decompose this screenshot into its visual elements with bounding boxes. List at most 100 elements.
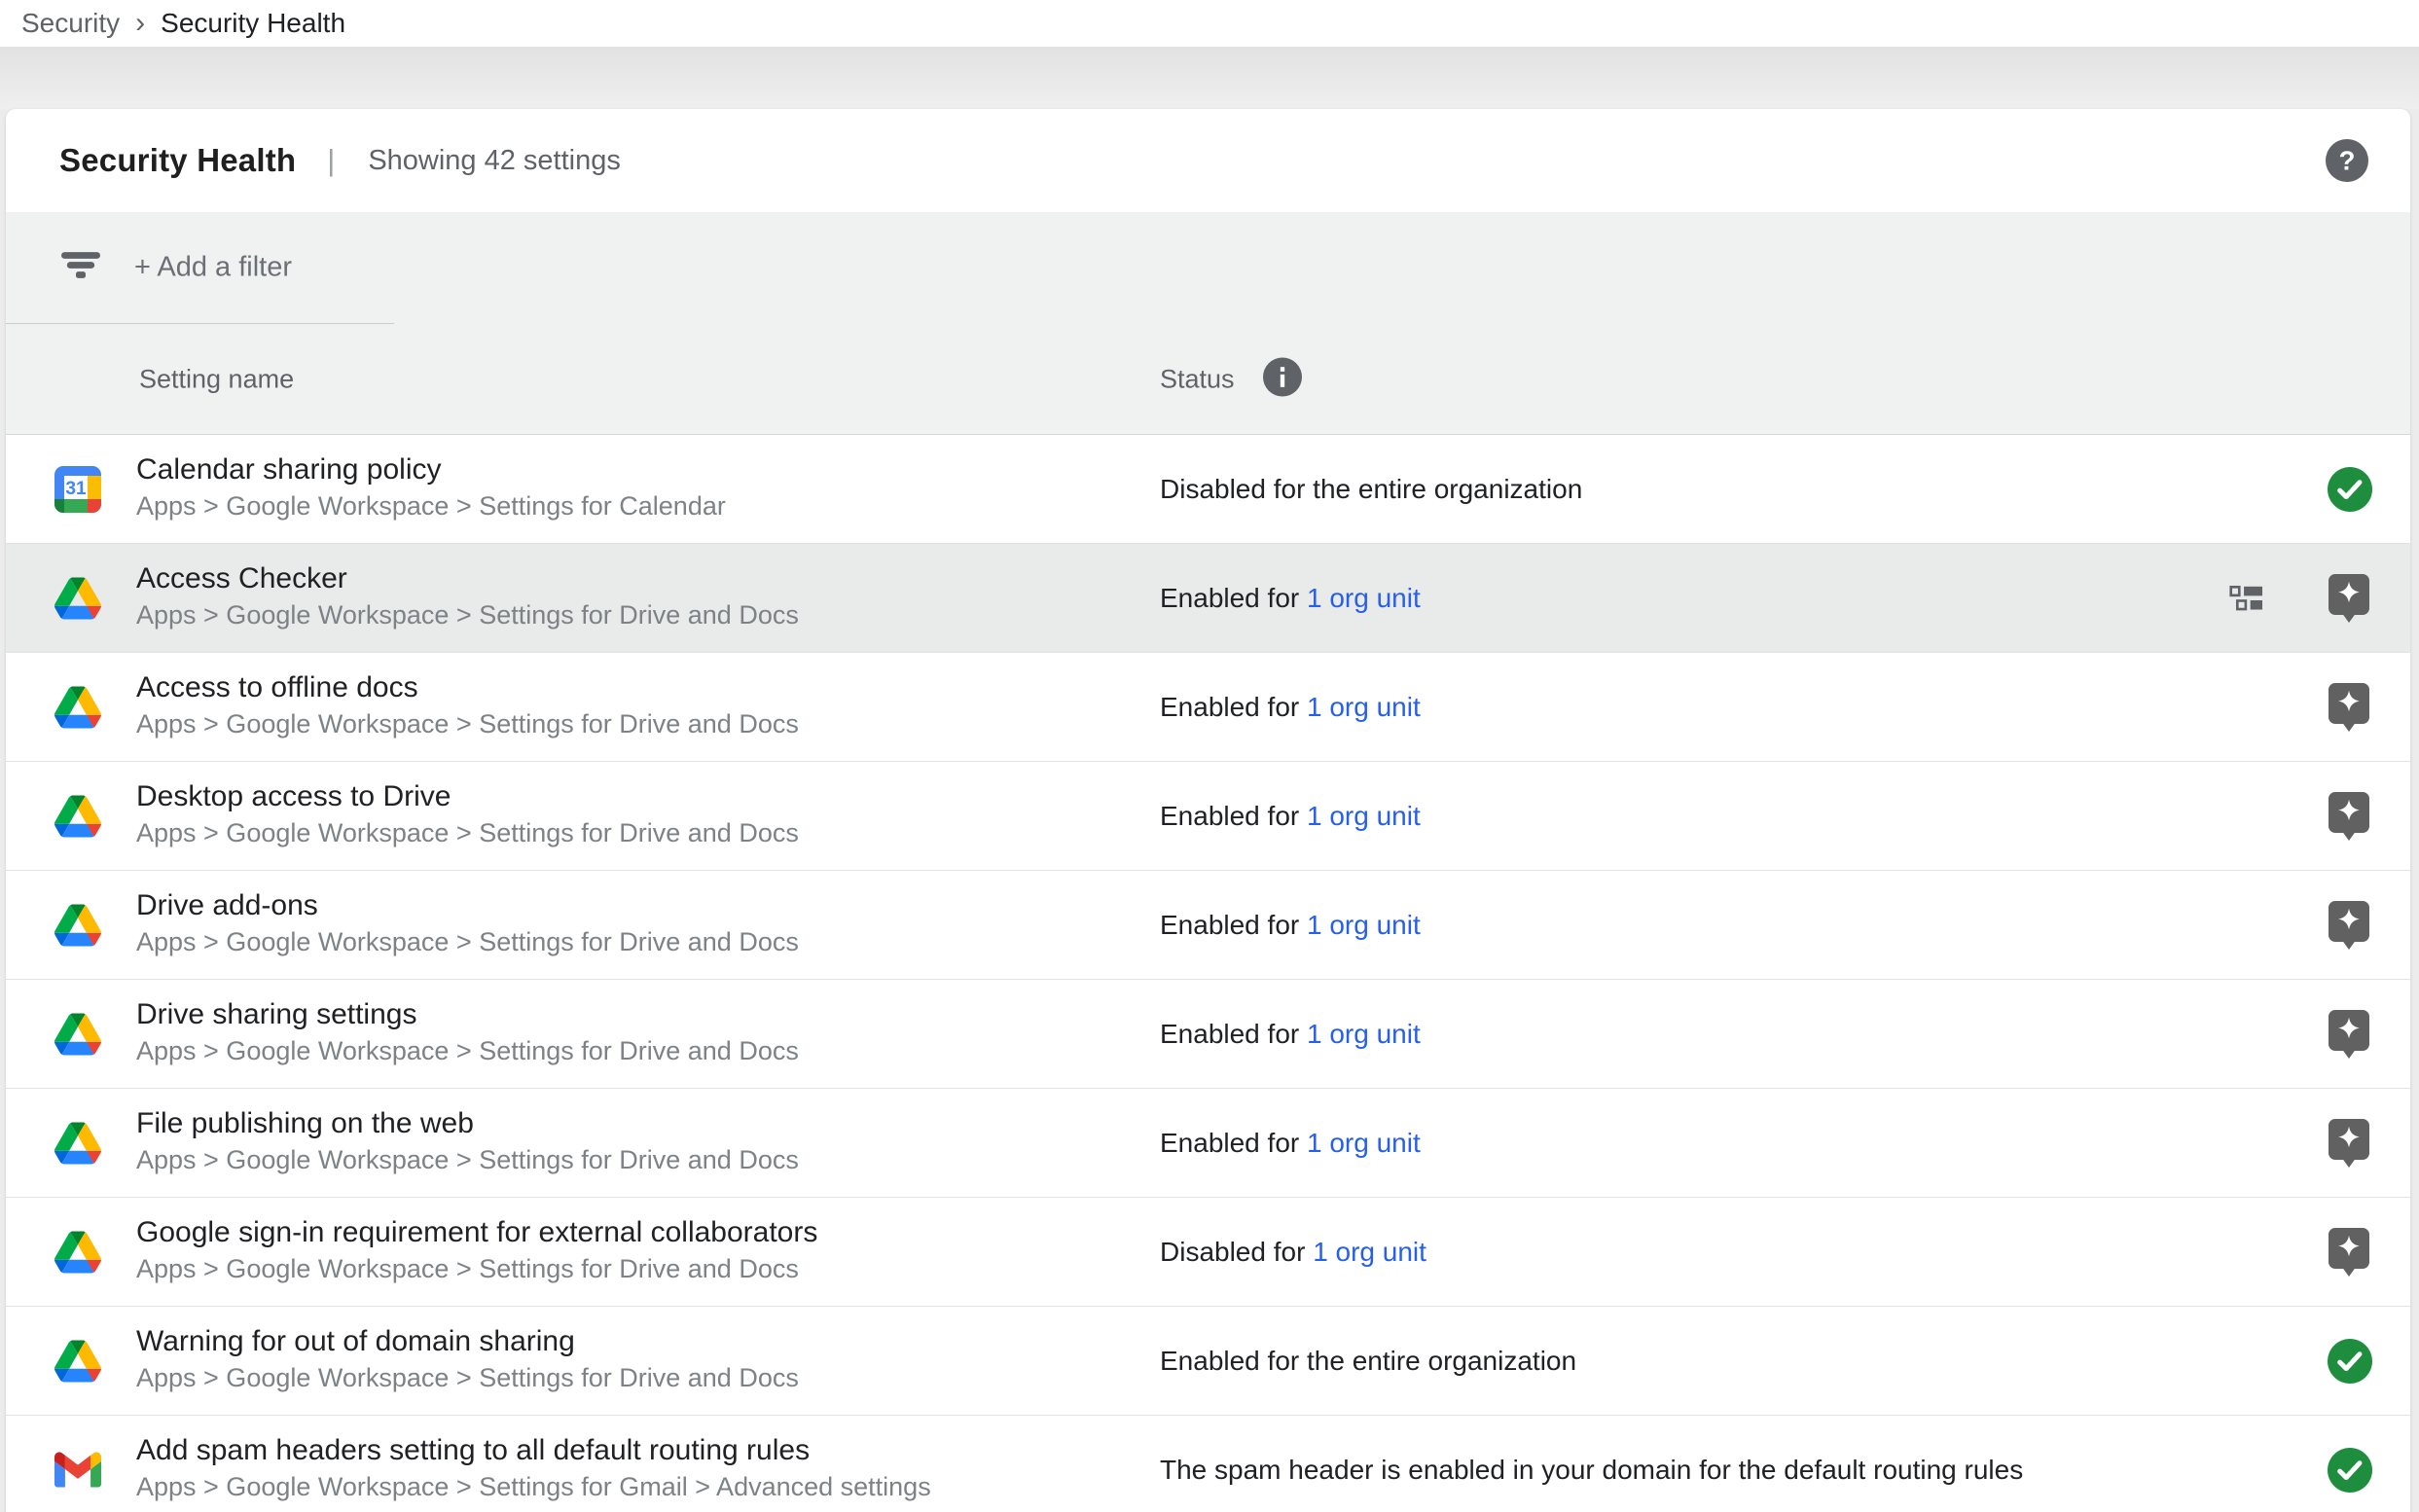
org-unit-link[interactable]: 1 org unit (1307, 1128, 1421, 1158)
org-unit-link[interactable]: 1 org unit (1307, 583, 1421, 613)
status-cell: Enabled for 1 org unit (1160, 583, 1421, 614)
drive-icon (54, 1011, 101, 1058)
setting-path: Apps > Google Workspace > Settings for D… (136, 1033, 799, 1068)
status-cell: Enabled for 1 org unit (1160, 801, 1421, 832)
card-header: Security Health | Showing 42 settings (6, 109, 2410, 212)
setting-name: File publishing on the web (136, 1104, 799, 1142)
drive-icon (54, 1338, 101, 1385)
recommendation-badge-icon[interactable] (2326, 571, 2372, 626)
table-row[interactable]: Drive sharing settings Apps > Google Wor… (6, 980, 2410, 1089)
status-cell: Enabled for 1 org unit (1160, 1019, 1421, 1050)
setting-path: Apps > Google Workspace > Settings for G… (136, 1469, 931, 1504)
table-row[interactable]: Access to offline docs Apps > Google Wor… (6, 653, 2410, 762)
status-cell: Enabled for 1 org unit (1160, 1128, 1421, 1159)
recommendation-badge-icon[interactable] (2326, 1116, 2372, 1170)
status-text: Enabled for (1160, 910, 1307, 940)
setting-cell: Drive add-ons Apps > Google Workspace > … (136, 886, 799, 959)
info-circle-icon[interactable] (1263, 357, 1302, 401)
status-text: Enabled for (1160, 801, 1307, 831)
org-unit-link[interactable]: 1 org unit (1307, 910, 1421, 940)
table-row[interactable]: Warning for out of domain sharing Apps >… (6, 1307, 2410, 1416)
status-cell: The spam header is enabled in your domai… (1160, 1455, 2023, 1486)
filter-bar: + Add a filter (6, 212, 2410, 323)
status-text: Enabled for (1160, 1019, 1307, 1049)
setting-name: Add spam headers setting to all default … (136, 1431, 931, 1469)
status-cell: Disabled for the entire organization (1160, 474, 1582, 505)
status-text: The spam header is enabled in your domai… (1160, 1455, 2023, 1485)
recommendation-badge-icon[interactable] (2326, 898, 2372, 953)
setting-path: Apps > Google Workspace > Settings for D… (136, 1360, 799, 1395)
help-icon[interactable] (2326, 139, 2368, 182)
setting-path: Apps > Google Workspace > Settings for C… (136, 488, 726, 523)
setting-cell: Drive sharing settings Apps > Google Wor… (136, 995, 799, 1068)
filter-list-icon (61, 252, 100, 283)
drive-icon (54, 902, 101, 949)
breadcrumb-security-health: Security Health (161, 8, 345, 39)
setting-cell: Warning for out of domain sharing Apps >… (136, 1322, 799, 1395)
table-row[interactable]: File publishing on the web Apps > Google… (6, 1089, 2410, 1198)
drive-icon (54, 575, 101, 622)
recommendation-badge-icon[interactable] (2326, 789, 2372, 844)
security-health-card: Security Health | Showing 42 settings + … (6, 109, 2410, 1512)
drive-icon (54, 1120, 101, 1167)
setting-name: Warning for out of domain sharing (136, 1322, 799, 1360)
recommendation-badge-icon[interactable] (2326, 680, 2372, 735)
status-text: Enabled for (1160, 1128, 1307, 1158)
setting-path: Apps > Google Workspace > Settings for D… (136, 1142, 799, 1177)
status-ok-icon (2328, 467, 2372, 512)
table-header-row: Setting name Status (6, 324, 2410, 434)
status-text: Disabled for (1160, 1237, 1313, 1267)
recommendation-badge-icon[interactable] (2326, 1225, 2372, 1279)
settings-count-label: Showing 42 settings (368, 145, 621, 177)
setting-cell: Access Checker Apps > Google Workspace >… (136, 559, 799, 632)
org-unit-link[interactable]: 1 org unit (1307, 801, 1421, 831)
status-cell: Enabled for 1 org unit (1160, 910, 1421, 941)
table-row[interactable]: Google sign-in requirement for external … (6, 1198, 2410, 1307)
settings-table-body: Calendar sharing policy Apps > Google Wo… (6, 435, 2410, 1512)
org-unit-link[interactable]: 1 org unit (1307, 1019, 1421, 1049)
drive-icon (54, 1229, 101, 1276)
table-row[interactable]: Access Checker Apps > Google Workspace >… (6, 544, 2410, 653)
status-cell: Enabled for 1 org unit (1160, 692, 1421, 723)
setting-cell: Calendar sharing policy Apps > Google Wo… (136, 450, 726, 523)
table-controls: + Add a filter Setting name Status (6, 212, 2410, 435)
breadcrumb-security[interactable]: Security (21, 8, 120, 39)
table-row[interactable]: Drive add-ons Apps > Google Workspace > … (6, 871, 2410, 980)
setting-cell: Add spam headers setting to all default … (136, 1431, 931, 1504)
setting-cell: Desktop access to Drive Apps > Google Wo… (136, 777, 799, 850)
status-cell: Enabled for the entire organization (1160, 1346, 1576, 1377)
table-row[interactable]: Desktop access to Drive Apps > Google Wo… (6, 762, 2410, 871)
column-header-status: Status (1160, 364, 1235, 394)
setting-name: Drive add-ons (136, 886, 799, 924)
add-filter-button[interactable]: + Add a filter (134, 252, 292, 284)
setting-path: Apps > Google Workspace > Settings for D… (136, 597, 799, 632)
security-health-page: Security › Security Health Security Heal… (0, 0, 2419, 1512)
page-band (0, 47, 2419, 109)
org-unit-link[interactable]: 1 org unit (1307, 692, 1421, 722)
status-ok-icon (2328, 1448, 2372, 1493)
chevron-right-icon: › (135, 10, 145, 37)
status-text: Disabled for the entire organization (1160, 474, 1582, 504)
status-text: Enabled for the entire organization (1160, 1346, 1576, 1376)
recommendation-badge-icon[interactable] (2326, 1007, 2372, 1062)
drive-icon (54, 684, 101, 731)
setting-cell: File publishing on the web Apps > Google… (136, 1104, 799, 1177)
setting-path: Apps > Google Workspace > Settings for D… (136, 1251, 817, 1286)
table-row[interactable]: Calendar sharing policy Apps > Google Wo… (6, 435, 2410, 544)
table-row[interactable]: Add spam headers setting to all default … (6, 1416, 2410, 1512)
status-cell: Disabled for 1 org unit (1160, 1237, 1426, 1268)
setting-name: Access Checker (136, 559, 799, 597)
setting-cell: Access to offline docs Apps > Google Wor… (136, 668, 799, 741)
setting-path: Apps > Google Workspace > Settings for D… (136, 706, 799, 741)
title-separator: | (327, 143, 335, 178)
setting-name: Desktop access to Drive (136, 777, 799, 815)
gmail-icon (54, 1447, 101, 1494)
status-ok-icon (2328, 1339, 2372, 1384)
drive-icon (54, 793, 101, 840)
org-unit-link[interactable]: 1 org unit (1313, 1237, 1426, 1267)
setting-path: Apps > Google Workspace > Settings for D… (136, 924, 799, 959)
status-text: Enabled for (1160, 583, 1307, 613)
status-text: Enabled for (1160, 692, 1307, 722)
column-header-setting-name: Setting name (139, 364, 294, 394)
setting-name: Access to offline docs (136, 668, 799, 706)
